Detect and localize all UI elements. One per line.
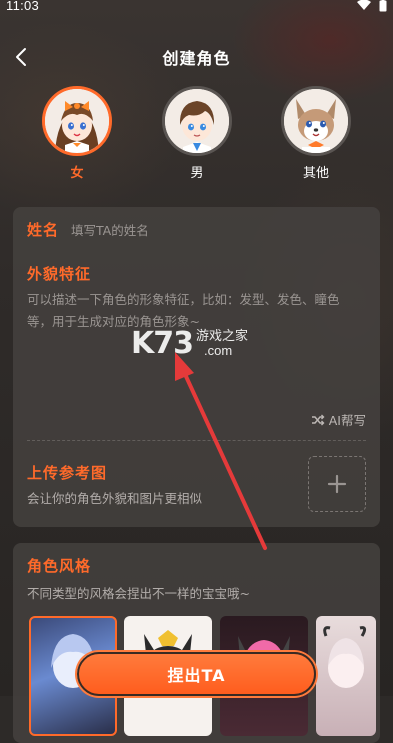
style-subtitle: 不同类型的风格会捏出不一样的宝宝哦~ — [27, 586, 250, 601]
avatar-option-male[interactable]: 男 — [157, 86, 237, 181]
status-time: 11:03 — [6, 0, 40, 13]
status-icons — [357, 0, 387, 12]
avatar-label-female: 女 — [70, 166, 84, 181]
ai-write-label: AI帮写 — [328, 413, 366, 428]
avatar-label-other: 其他 — [302, 166, 329, 181]
name-input[interactable] — [71, 219, 361, 241]
style-title: 角色风格 — [27, 557, 92, 575]
avatar-option-other[interactable]: 其他 — [276, 86, 356, 181]
gender-avatar-selector: 女 男 其他 — [0, 86, 393, 186]
avatar-male-image — [162, 86, 232, 156]
shuffle-icon — [311, 414, 325, 425]
upload-reference-hint: 会让你的角色外貌和图片更相似 — [27, 491, 203, 506]
character-style-card: 角色风格 不同类型的风格会捏出不一样的宝宝哦~ — [13, 543, 380, 743]
character-form-card: 姓名 外貌特征 AI帮写 上传参考图 会让你的角色外貌和图片更相似 — [13, 207, 380, 527]
style-option-4[interactable] — [316, 616, 376, 736]
section-divider — [27, 440, 366, 441]
appearance-textarea[interactable] — [27, 289, 363, 399]
create-character-button[interactable]: 捏出TA — [77, 652, 316, 696]
header: 创建角色 — [0, 40, 393, 74]
name-label: 姓名 — [27, 221, 60, 239]
avatar-other-image — [281, 86, 351, 156]
status-bar: 11:03 — [0, 0, 393, 16]
battery-icon — [379, 0, 387, 11]
avatar-female-image — [42, 86, 112, 156]
page-title: 创建角色 — [162, 49, 231, 68]
chevron-left-icon — [16, 48, 26, 66]
upload-reference-button[interactable] — [308, 456, 366, 512]
plus-icon — [327, 474, 347, 494]
avatar-label-male: 男 — [190, 166, 204, 181]
avatar-option-female[interactable]: 女 — [37, 86, 117, 181]
ai-write-button[interactable]: AI帮写 — [311, 410, 366, 429]
back-button[interactable] — [6, 42, 36, 72]
upload-reference-label: 上传参考图 — [27, 464, 108, 482]
wifi-icon — [357, 0, 371, 10]
appearance-label: 外貌特征 — [27, 265, 92, 283]
